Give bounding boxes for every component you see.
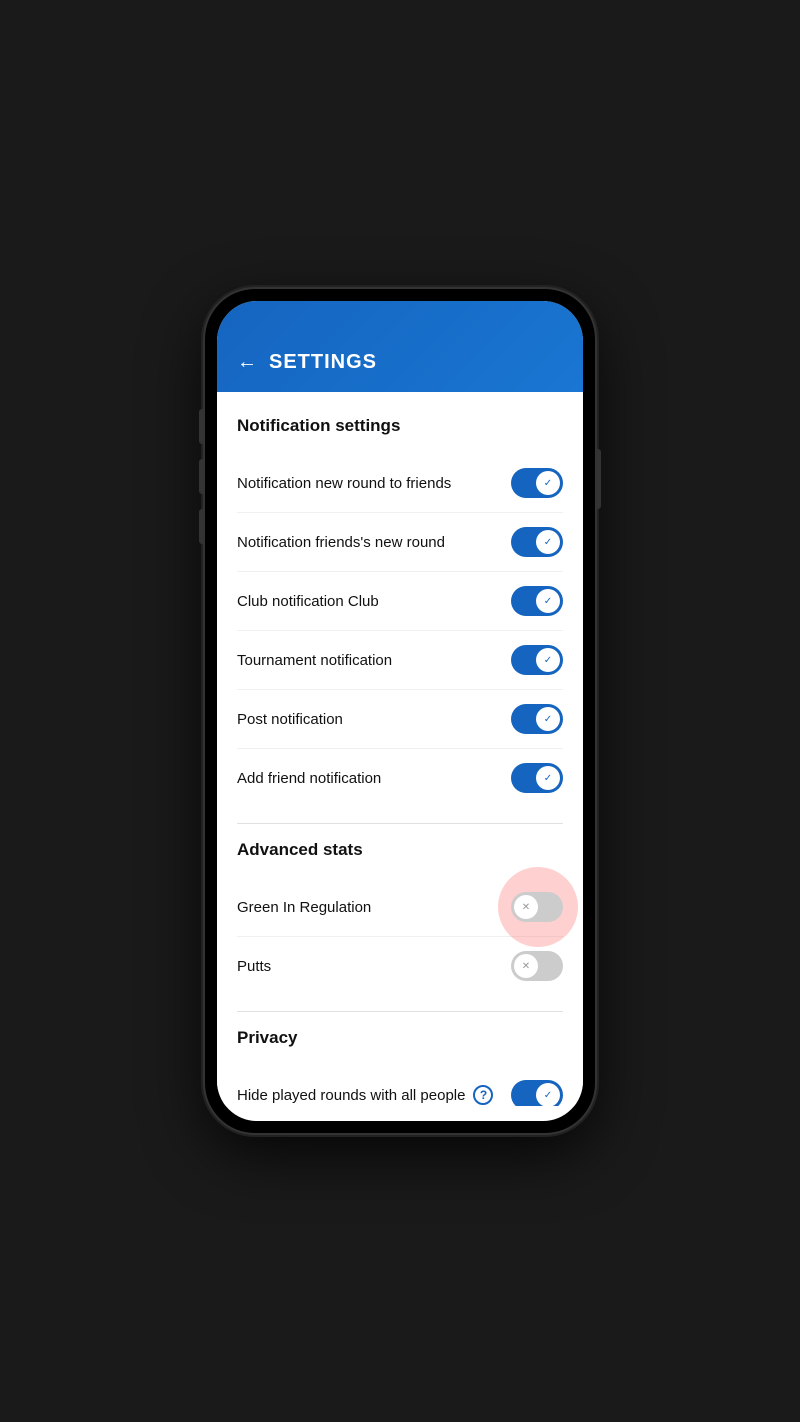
phone-frame: ← SETTINGS Notification settings Notific…	[205, 289, 595, 1133]
toggle-track: ✓	[511, 1080, 563, 1106]
setting-row-notify-new-round-friends: Notification new round to friends ✓	[237, 454, 563, 513]
divider-2	[237, 1011, 563, 1012]
divider-1	[237, 823, 563, 824]
advanced-stats-section: Advanced stats Green In Regulation ✕ Put…	[237, 840, 563, 995]
notification-section-title: Notification settings	[237, 416, 563, 436]
setting-row-post-notification: Post notification ✓	[237, 690, 563, 749]
advanced-stats-title: Advanced stats	[237, 840, 563, 860]
toggle-thumb: ✓	[536, 530, 560, 554]
toggle-track: ✓	[511, 704, 563, 734]
toggle-thumb: ✓	[536, 1083, 560, 1106]
toggle-thumb: ✓	[536, 648, 560, 672]
setting-row-club-notification: Club notification Club ✓	[237, 572, 563, 631]
post-notification-toggle[interactable]: ✓	[511, 704, 563, 734]
gir-toggle[interactable]: ✕	[511, 892, 563, 922]
setting-row-hide-rounds: Hide played rounds with all people ? ✓	[237, 1066, 563, 1106]
info-icon[interactable]: ?	[473, 1085, 493, 1105]
notify-new-round-friends-label: Notification new round to friends	[237, 475, 511, 492]
tournament-notification-label: Tournament notification	[237, 652, 511, 669]
toggle-thumb: ✓	[536, 471, 560, 495]
phone-screen: ← SETTINGS Notification settings Notific…	[217, 301, 583, 1121]
setting-row-putts: Putts ✕	[237, 937, 563, 995]
hide-rounds-text: Hide played rounds with all people	[237, 1087, 465, 1104]
toggle-thumb: ✕	[514, 895, 538, 919]
setting-row-tournament-notification: Tournament notification ✓	[237, 631, 563, 690]
club-notification-label: Club notification Club	[237, 593, 511, 610]
toggle-thumb: ✓	[536, 589, 560, 613]
add-friend-notification-toggle[interactable]: ✓	[511, 763, 563, 793]
toggle-track: ✓	[511, 645, 563, 675]
privacy-section: Privacy Hide played rounds with all peop…	[237, 1028, 563, 1106]
toggle-track: ✕	[511, 892, 563, 922]
setting-row-gir: Green In Regulation ✕	[237, 878, 563, 937]
notify-friends-round-label: Notification friends's new round	[237, 534, 511, 551]
content-area: Notification settings Notification new r…	[217, 392, 583, 1106]
setting-row-add-friend-notification: Add friend notification ✓	[237, 749, 563, 807]
toggle-track: ✓	[511, 527, 563, 557]
hide-rounds-toggle[interactable]: ✓	[511, 1080, 563, 1106]
toggle-thumb: ✕	[514, 954, 538, 978]
toggle-thumb: ✓	[536, 766, 560, 790]
gir-label: Green In Regulation	[237, 899, 511, 916]
toggle-track: ✕	[511, 951, 563, 981]
add-friend-notification-label: Add friend notification	[237, 770, 511, 787]
privacy-section-title: Privacy	[237, 1028, 563, 1048]
putts-label: Putts	[237, 958, 511, 975]
page-title: SETTINGS	[269, 351, 377, 374]
back-button[interactable]: ←	[237, 351, 257, 374]
toggle-thumb: ✓	[536, 707, 560, 731]
setting-row-notify-friends-round: Notification friends's new round ✓	[237, 513, 563, 572]
club-notification-toggle[interactable]: ✓	[511, 586, 563, 616]
toggle-track: ✓	[511, 763, 563, 793]
header: ← SETTINGS	[217, 301, 583, 392]
putts-toggle[interactable]: ✕	[511, 951, 563, 981]
toggle-track: ✓	[511, 586, 563, 616]
hide-rounds-label: Hide played rounds with all people ?	[237, 1085, 511, 1105]
post-notification-label: Post notification	[237, 711, 511, 728]
notify-friends-round-toggle[interactable]: ✓	[511, 527, 563, 557]
tournament-notification-toggle[interactable]: ✓	[511, 645, 563, 675]
notification-section: Notification settings Notification new r…	[237, 416, 563, 807]
notify-new-round-friends-toggle[interactable]: ✓	[511, 468, 563, 498]
toggle-track: ✓	[511, 468, 563, 498]
